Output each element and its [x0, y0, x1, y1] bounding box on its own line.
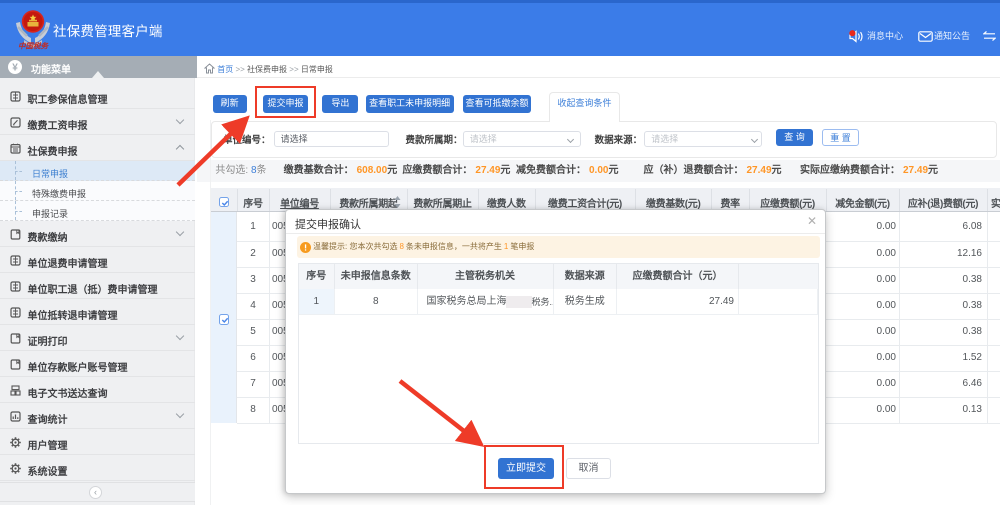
svg-text:¥: ¥: [12, 63, 18, 74]
svg-text:中国税务: 中国税务: [18, 42, 49, 51]
